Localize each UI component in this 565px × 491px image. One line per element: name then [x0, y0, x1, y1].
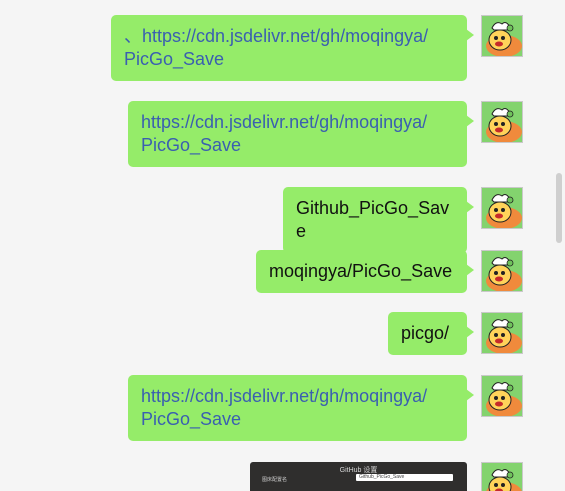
image-field-value: Github_PicGo_Save [356, 474, 453, 481]
avatar[interactable] [481, 250, 523, 292]
cartoon-avatar-icon [482, 251, 522, 291]
message-text: 、https://cdn.jsdelivr.net/gh/moqingya/ P… [124, 26, 428, 69]
avatar[interactable] [481, 375, 523, 417]
message-line: https://cdn.jsdelivr.net/gh/moqingya/ [141, 386, 428, 406]
message-line: https://cdn.jsdelivr.net/gh/moqingya/ [141, 112, 428, 132]
avatar[interactable] [481, 15, 523, 57]
message-text: moqingya/PicGo_Save [269, 261, 453, 281]
message-line: PicGo_Save [141, 135, 242, 155]
cartoon-avatar-icon [482, 463, 522, 491]
message-line: 、https://cdn.jsdelivr.net/gh/moqingya/ [124, 26, 429, 46]
avatar[interactable] [481, 462, 523, 491]
cartoon-avatar-icon [482, 102, 522, 142]
message-text: Github_PicGo_Save [296, 198, 450, 241]
message-bubble[interactable]: https://cdn.jsdelivr.net/gh/moqingya/ Pi… [128, 375, 474, 441]
cartoon-avatar-icon [482, 188, 522, 228]
message-bubble[interactable]: https://cdn.jsdelivr.net/gh/moqingya/ Pi… [128, 101, 474, 167]
message-bubble[interactable]: 、https://cdn.jsdelivr.net/gh/moqingya/ P… [111, 15, 474, 81]
message-bubble[interactable]: picgo/ [388, 312, 474, 355]
message-bubble[interactable]: Github_PicGo_Save [283, 187, 474, 253]
cartoon-avatar-icon [482, 376, 522, 416]
chat-message-area: 、https://cdn.jsdelivr.net/gh/moqingya/ P… [0, 0, 565, 491]
avatar[interactable] [481, 101, 523, 143]
image-field-label: 图床配置名 [262, 477, 288, 483]
cartoon-avatar-icon [482, 16, 522, 56]
avatar[interactable] [481, 187, 523, 229]
scrollbar-track[interactable] [553, 0, 565, 491]
message-line: PicGo_Save [124, 49, 225, 69]
message-line: PicGo_Save [141, 409, 242, 429]
message-bubble[interactable]: moqingya/PicGo_Save [256, 250, 474, 293]
image-message[interactable]: GitHub 设置 图床配置名 Github_PicGo_Save [250, 462, 467, 491]
cartoon-avatar-icon [482, 313, 522, 353]
avatar[interactable] [481, 312, 523, 354]
scrollbar-thumb[interactable] [556, 173, 562, 243]
message-text: picgo/ [401, 323, 450, 343]
